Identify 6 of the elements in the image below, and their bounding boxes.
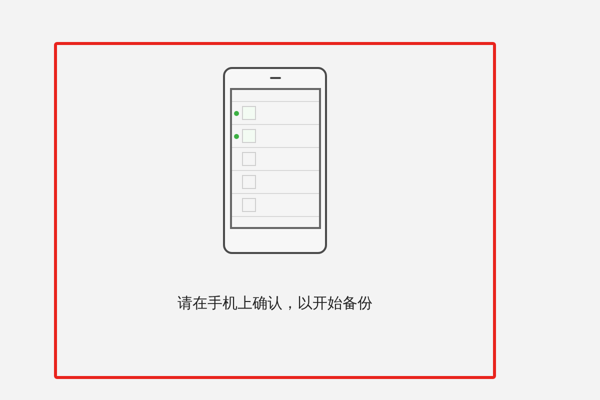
checkbox-icon: [242, 106, 256, 120]
checkbox-icon: [242, 129, 256, 143]
checkbox-icon: [242, 175, 256, 189]
confirm-message: 请在手机上确认，以开始备份: [178, 293, 372, 314]
checkbox-icon: [242, 152, 256, 166]
checkbox-icon: [242, 198, 256, 212]
